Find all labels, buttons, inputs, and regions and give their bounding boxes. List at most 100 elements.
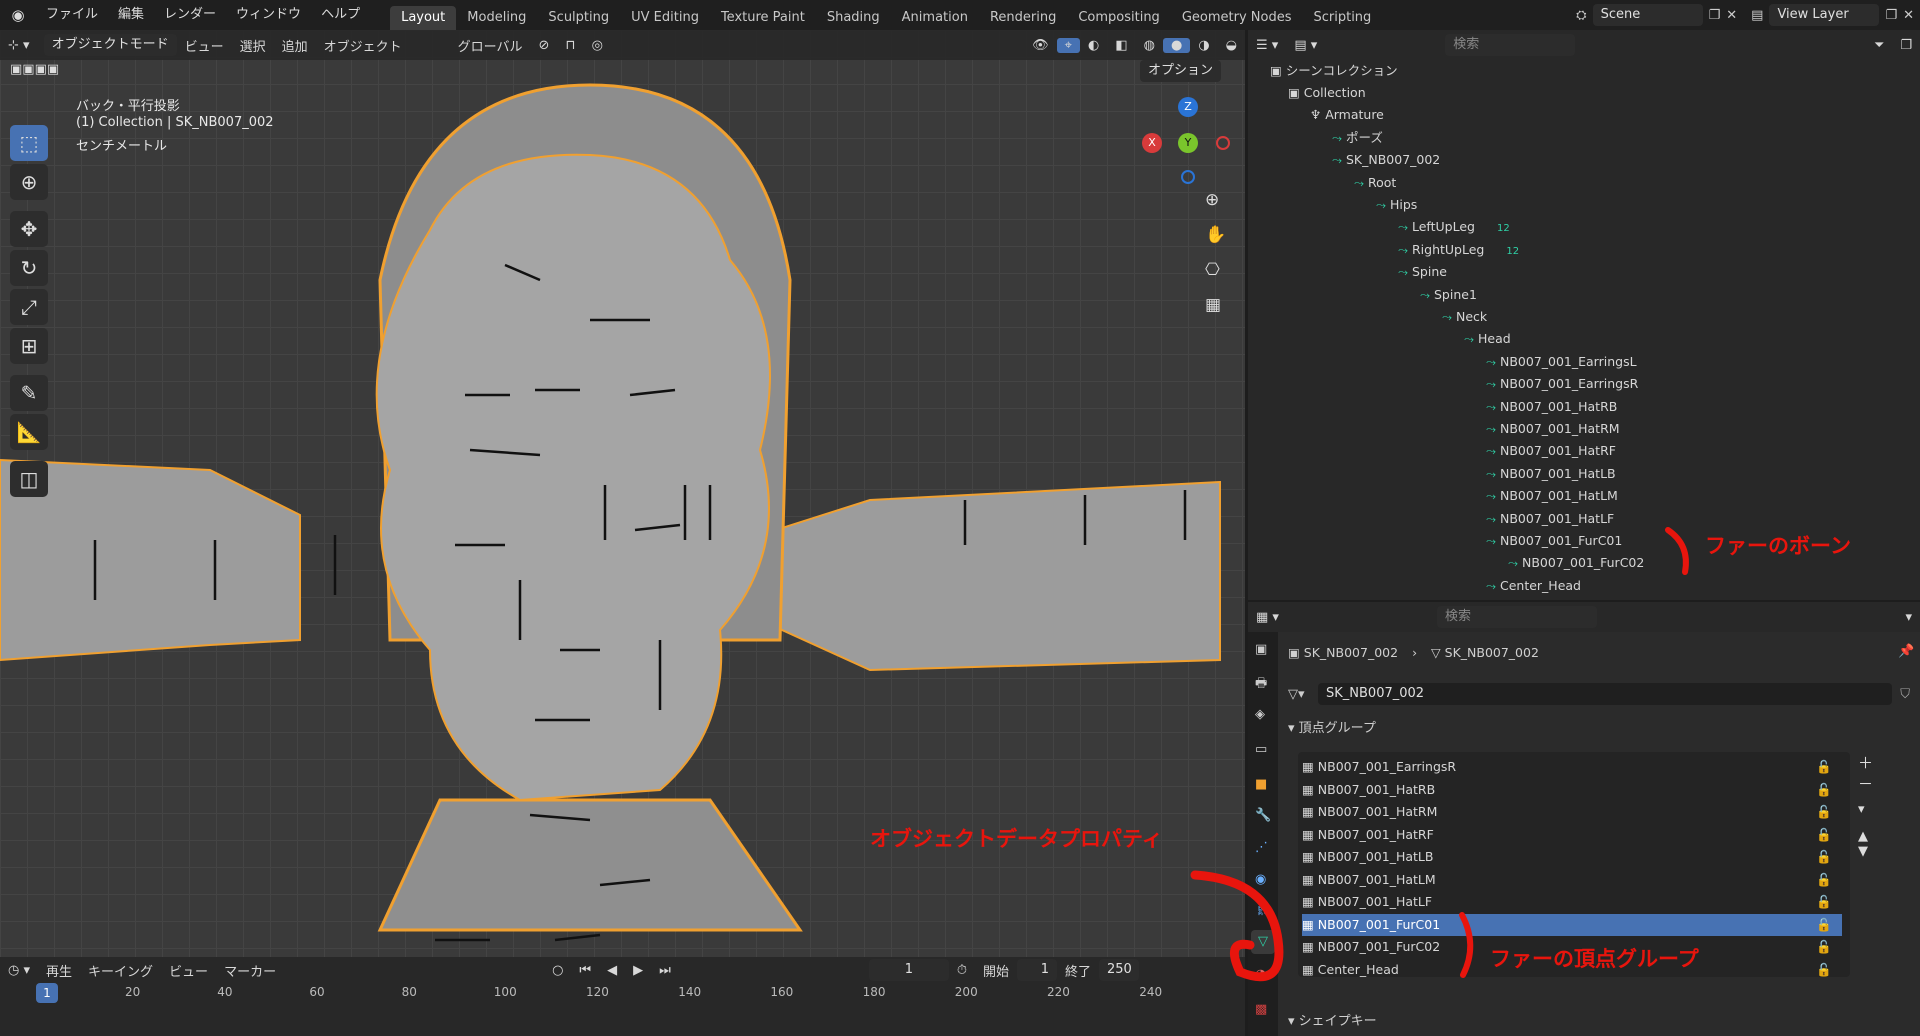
- filter-icon[interactable]: ⏷: [1866, 38, 1892, 53]
- outliner-item[interactable]: ⤳ Spine1: [1420, 284, 1477, 306]
- outliner-item[interactable]: ⤳ Head: [1464, 328, 1511, 350]
- timeline-editor-icon[interactable]: ◷ ▾: [0, 963, 38, 978]
- wireframe-shading-icon[interactable]: ◍: [1136, 38, 1163, 53]
- new-collection-icon[interactable]: ❐: [1892, 38, 1920, 53]
- tab-uv-editing[interactable]: UV Editing: [620, 6, 710, 30]
- menu-add[interactable]: 追加: [274, 36, 316, 55]
- solid-shading-icon[interactable]: ●: [1162, 37, 1191, 53]
- lock-icon[interactable]: 🔓: [1816, 824, 1832, 846]
- outliner-item[interactable]: ⤳ NB007_001_HatLF: [1486, 508, 1614, 530]
- mesh-name-field[interactable]: SK_NB007_002: [1318, 683, 1893, 705]
- move-down-icon[interactable]: ▼: [1858, 844, 1888, 859]
- particles-tab-icon[interactable]: ⋰: [1255, 840, 1268, 855]
- gizmo-y-axis[interactable]: Y: [1178, 133, 1198, 153]
- pin-icon[interactable]: 📌: [1898, 644, 1914, 659]
- tab-shading[interactable]: Shading: [816, 6, 891, 30]
- play-reverse-icon[interactable]: ◀: [599, 963, 625, 978]
- vertex-group-item[interactable]: ▦ NB007_001_HatLB 🔓: [1302, 846, 1842, 868]
- lock-icon[interactable]: 🔓: [1816, 869, 1832, 891]
- gizmo-z-axis[interactable]: Z: [1178, 97, 1198, 117]
- cursor-tool[interactable]: ⊕: [10, 164, 48, 200]
- remove-group-icon[interactable]: －: [1858, 773, 1888, 794]
- outliner-item[interactable]: ⤳ NB007_001_FurC01: [1486, 530, 1622, 552]
- render-tab-icon[interactable]: ▣: [1255, 642, 1267, 657]
- outliner-item[interactable]: ⤳ Neck: [1442, 306, 1487, 328]
- annotate-tool[interactable]: ✎: [10, 375, 48, 411]
- navigation-gizmo[interactable]: Z Y X: [1140, 95, 1235, 190]
- current-frame-field[interactable]: 1: [868, 959, 949, 981]
- vertex-group-item[interactable]: ▦ NB007_001_EarringsR 🔓: [1302, 756, 1842, 778]
- rotate-tool[interactable]: ↻: [10, 250, 48, 286]
- scene-tab-icon[interactable]: ◈: [1255, 707, 1265, 722]
- specials-menu-icon[interactable]: ▾: [1858, 802, 1888, 817]
- shape-keys-panel-header[interactable]: ▾ シェイプキー: [1288, 1010, 1910, 1034]
- scene-collection-row[interactable]: ▣ シーンコレクション: [1270, 60, 1398, 82]
- collection-tab-icon[interactable]: ▭: [1255, 742, 1267, 757]
- vertex-group-item[interactable]: ▦ NB007_001_HatRF 🔓: [1302, 824, 1842, 846]
- object-data-tab-icon[interactable]: ▽: [1251, 930, 1275, 954]
- tab-sculpting[interactable]: Sculpting: [537, 6, 620, 30]
- tab-layout[interactable]: Layout: [390, 6, 457, 30]
- play-icon[interactable]: ▶: [625, 963, 651, 978]
- menu-file[interactable]: ファイル: [36, 0, 108, 30]
- outliner-item[interactable]: ⤳ NB007_001_EarringsL: [1486, 351, 1637, 373]
- vertex-group-item[interactable]: ▦ NB007_001_HatLM 🔓: [1302, 869, 1842, 891]
- menu-object[interactable]: オブジェクト: [316, 36, 410, 55]
- lock-icon[interactable]: 🔓: [1816, 801, 1832, 823]
- outliner-item[interactable]: ⤳ NB007_001_HatRM: [1486, 418, 1620, 440]
- playback-menu[interactable]: 再生: [38, 961, 80, 980]
- tab-modeling[interactable]: Modeling: [456, 6, 537, 30]
- vertex-group-item[interactable]: ▦ NB007_001_HatRB 🔓: [1302, 779, 1842, 801]
- jump-end-icon[interactable]: ⏭: [651, 963, 679, 978]
- lock-icon[interactable]: 🔓: [1816, 846, 1832, 868]
- tab-geometry-nodes[interactable]: Geometry Nodes: [1171, 6, 1303, 30]
- lock-icon[interactable]: 🔓: [1816, 914, 1832, 936]
- lock-icon[interactable]: 🔓: [1816, 891, 1832, 913]
- object-tab-icon[interactable]: ■: [1255, 777, 1267, 792]
- output-tab-icon[interactable]: 🖶: [1255, 674, 1267, 696]
- options-button[interactable]: オプション: [1140, 60, 1222, 82]
- snap-icon[interactable]: ⊓: [557, 38, 583, 53]
- lock-icon[interactable]: 🔓: [1816, 936, 1832, 958]
- measure-tool[interactable]: 📐: [10, 414, 48, 450]
- tab-scripting[interactable]: Scripting: [1302, 6, 1382, 30]
- outliner-item[interactable]: ⤳ LeftUpLeg 12: [1398, 216, 1510, 238]
- delete-scene-icon[interactable]: ✕: [1726, 8, 1737, 23]
- tab-animation[interactable]: Animation: [891, 6, 979, 30]
- editor-type-icon[interactable]: ⊹ ▾: [0, 38, 38, 53]
- texture-tab-icon[interactable]: ▩: [1255, 1002, 1267, 1017]
- marker-menu[interactable]: マーカー: [216, 961, 284, 980]
- proportional-edit-icon[interactable]: ◎: [584, 38, 611, 53]
- outliner-item[interactable]: ⤳ NB007_001_HatLB: [1486, 463, 1616, 485]
- outliner-item[interactable]: ⤳ RightUpLeg 12: [1398, 239, 1519, 261]
- tab-texture-paint[interactable]: Texture Paint: [710, 6, 816, 30]
- properties-editor-icon[interactable]: ▦ ▾: [1248, 610, 1287, 625]
- outliner-item[interactable]: ⤳ NB007_001_EarringsR: [1486, 373, 1638, 395]
- outliner-item[interactable]: ▣ Collection: [1288, 82, 1366, 104]
- properties-search[interactable]: 検索: [1436, 606, 1597, 628]
- end-frame-field[interactable]: 250: [1099, 959, 1139, 981]
- gizmo-neg-x-axis[interactable]: [1216, 136, 1230, 150]
- outliner-item[interactable]: ⤳ NB007_001_FurC02: [1508, 552, 1644, 574]
- transform-tool[interactable]: ⊞: [10, 328, 48, 364]
- vertex-groups-panel-header[interactable]: ▾ 頂点グループ: [1288, 717, 1910, 741]
- lock-icon[interactable]: 🔓: [1816, 779, 1832, 801]
- outliner-item[interactable]: ⤳ Root: [1354, 172, 1396, 194]
- outliner-item[interactable]: ⤳ Spine: [1398, 261, 1447, 283]
- vertex-group-item[interactable]: ▦ NB007_001_HatLF 🔓: [1302, 891, 1842, 913]
- tab-compositing[interactable]: Compositing: [1067, 6, 1171, 30]
- menu-help[interactable]: ヘルプ: [311, 0, 370, 30]
- move-tool[interactable]: ✥: [10, 211, 48, 247]
- add-cube-tool[interactable]: ◫: [10, 461, 48, 497]
- outliner-item[interactable]: ⤳ SK_NB007_002: [1332, 149, 1440, 171]
- scene-icon[interactable]: ⛭: [1576, 8, 1586, 23]
- menu-edit[interactable]: 編集: [108, 0, 154, 30]
- constraints-tab-icon[interactable]: ⛓: [1255, 902, 1272, 917]
- pan-hand-icon[interactable]: ✋: [1205, 225, 1226, 245]
- vertex-group-item[interactable]: ▦ NB007_001_HatRM 🔓: [1302, 801, 1842, 823]
- display-mode-icon[interactable]: ▤ ▾: [1286, 38, 1325, 53]
- scale-tool[interactable]: ⤢: [10, 289, 48, 325]
- lock-icon[interactable]: 🔓: [1816, 959, 1832, 981]
- menu-select[interactable]: 選択: [232, 36, 274, 55]
- properties-dropdown-icon[interactable]: ▾: [1897, 610, 1920, 625]
